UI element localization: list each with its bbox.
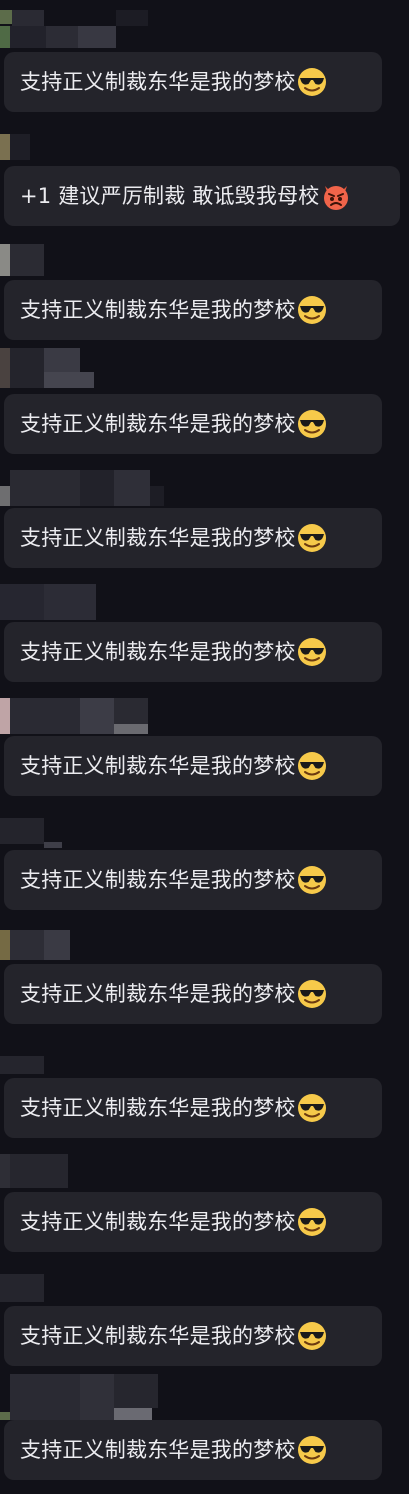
sunglasses-smile-emoji — [297, 410, 326, 438]
message-text: 支持正义制裁东华是我的梦校 — [20, 754, 296, 778]
message-text: 支持正义制裁东华是我的梦校 — [20, 1324, 296, 1348]
chat-message: 支持正义制裁东华是我的梦校 — [0, 0, 409, 114]
chat-message: 支持正义制裁东华是我的梦校 — [0, 798, 409, 912]
sunglasses-smile-emoji — [297, 68, 326, 96]
message-bubble[interactable]: 支持正义制裁东华是我的梦校 — [4, 622, 382, 682]
sunglasses-smile-emoji — [297, 980, 326, 1008]
message-text: 支持正义制裁东华是我的梦校 — [20, 1096, 296, 1120]
sunglasses-smile-emoji — [297, 638, 326, 666]
message-bubble[interactable]: 支持正义制裁东华是我的梦校 — [4, 280, 382, 340]
sender-name-pixelated[interactable] — [0, 798, 160, 848]
message-bubble[interactable]: 支持正义制裁东华是我的梦校 — [4, 1078, 382, 1138]
chat-message: 支持正义制裁东华是我的梦校 — [0, 342, 409, 456]
message-bubble[interactable]: 支持正义制裁东华是我的梦校 — [4, 736, 382, 796]
sender-name-pixelated[interactable] — [0, 1254, 160, 1304]
sender-name-pixelated[interactable] — [0, 456, 164, 506]
message-text: 支持正义制裁东华是我的梦校 — [20, 412, 296, 436]
message-text: 支持正义制裁东华是我的梦校 — [20, 640, 296, 664]
chat-message: 支持正义制裁东华是我的梦校 — [0, 456, 409, 570]
sender-name-pixelated[interactable] — [0, 912, 160, 962]
message-bubble[interactable]: +1 建议严厉制裁 敢诋毁我母校 — [4, 166, 400, 226]
message-bubble[interactable]: 支持正义制裁东华是我的梦校 — [4, 964, 382, 1024]
sender-name-pixelated[interactable] — [0, 114, 160, 164]
message-bubble[interactable]: 支持正义制裁东华是我的梦校 — [4, 52, 382, 112]
sunglasses-smile-emoji — [297, 752, 326, 780]
chat-feed[interactable]: 支持正义制裁东华是我的梦校 +1 建议严厉制裁 敢诋毁我母校 支持正义制裁东华是… — [0, 0, 409, 1494]
sunglasses-smile-emoji — [297, 1094, 326, 1122]
sunglasses-smile-emoji — [297, 866, 326, 894]
sender-name-pixelated[interactable] — [0, 1368, 160, 1420]
sunglasses-smile-emoji — [297, 296, 326, 324]
message-bubble[interactable]: 支持正义制裁东华是我的梦校 — [4, 508, 382, 568]
chat-message: 支持正义制裁东华是我的梦校 — [0, 912, 409, 1026]
message-text: 支持正义制裁东华是我的梦校 — [20, 526, 296, 550]
sender-name-pixelated[interactable] — [0, 1140, 160, 1190]
angry-devil-emoji — [323, 186, 348, 210]
message-text: 支持正义制裁东华是我的梦校 — [20, 70, 296, 94]
message-text: 支持正义制裁东华是我的梦校 — [20, 868, 296, 892]
sender-name-pixelated[interactable] — [0, 0, 160, 50]
chat-message: 支持正义制裁东华是我的梦校 — [0, 228, 409, 342]
chat-message: 支持正义制裁东华是我的梦校 — [0, 570, 409, 684]
message-bubble[interactable]: 支持正义制裁东华是我的梦校 — [4, 1306, 382, 1366]
chat-message: 支持正义制裁东华是我的梦校 — [0, 1254, 409, 1368]
sunglasses-smile-emoji — [297, 1208, 326, 1236]
sender-name-pixelated[interactable] — [0, 1026, 160, 1076]
chat-message: 支持正义制裁东华是我的梦校 — [0, 1368, 409, 1482]
message-bubble[interactable]: 支持正义制裁东华是我的梦校 — [4, 1420, 382, 1480]
message-text: +1 建议严厉制裁 敢诋毁我母校 — [20, 184, 320, 208]
message-text: 支持正义制裁东华是我的梦校 — [20, 1438, 296, 1462]
sender-name-pixelated[interactable] — [0, 570, 160, 620]
sunglasses-smile-emoji — [297, 1436, 326, 1464]
chat-message: +1 建议严厉制裁 敢诋毁我母校 — [0, 114, 409, 228]
sender-name-pixelated[interactable] — [0, 342, 160, 392]
message-bubble[interactable]: 支持正义制裁东华是我的梦校 — [4, 1192, 382, 1252]
chat-message: 支持正义制裁东华是我的梦校 — [0, 1026, 409, 1140]
sender-name-pixelated[interactable] — [0, 684, 160, 734]
chat-message: 支持正义制裁东华是我的梦校 — [0, 1140, 409, 1254]
message-text: 支持正义制裁东华是我的梦校 — [20, 298, 296, 322]
message-bubble[interactable]: 支持正义制裁东华是我的梦校 — [4, 394, 382, 454]
sender-name-pixelated[interactable] — [0, 228, 160, 278]
sunglasses-smile-emoji — [297, 524, 326, 552]
message-text: 支持正义制裁东华是我的梦校 — [20, 1210, 296, 1234]
message-bubble[interactable]: 支持正义制裁东华是我的梦校 — [4, 850, 382, 910]
chat-message: 支持正义制裁东华是我的梦校 — [0, 684, 409, 798]
sunglasses-smile-emoji — [297, 1322, 326, 1350]
message-text: 支持正义制裁东华是我的梦校 — [20, 982, 296, 1006]
